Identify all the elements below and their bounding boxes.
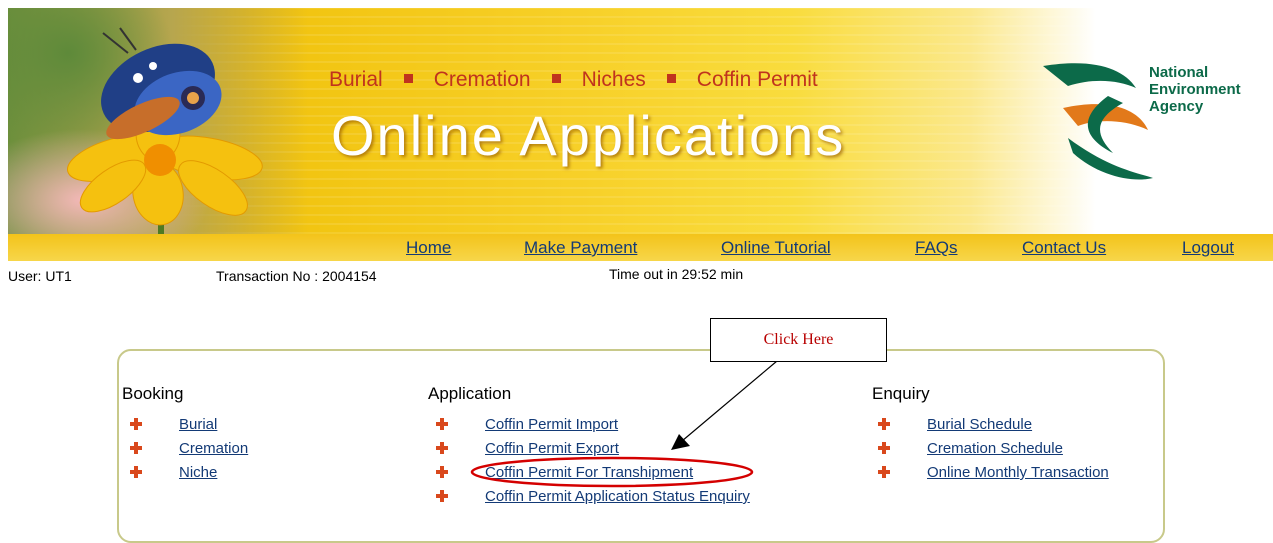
click-here-callout: Click Here: [710, 318, 887, 362]
callout-arrow-line: [681, 360, 778, 442]
callout-text: Click Here: [763, 331, 834, 348]
annotation-overlay: [470, 360, 778, 488]
highlight-ellipse: [470, 456, 754, 488]
